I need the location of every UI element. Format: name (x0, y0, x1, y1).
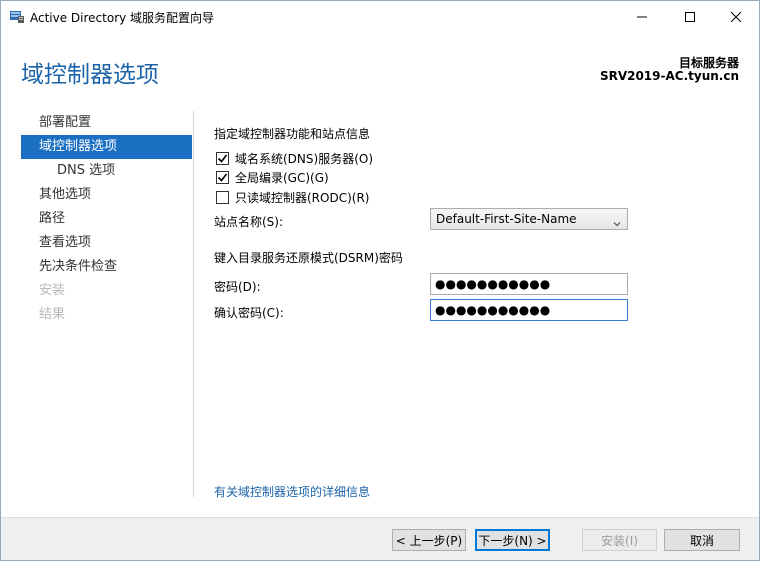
maximize-icon (685, 11, 695, 22)
nav-item-review-options[interactable]: 查看选项 (21, 231, 192, 255)
site-name-label: 站点名称(S): (214, 215, 284, 229)
previous-button[interactable]: < 上一步(P) (392, 529, 466, 551)
window-title: Active Directory 域服务配置向导 (30, 11, 215, 25)
wizard-nav: 部署配置 域控制器选项 DNS 选项 其他选项 路径 查看选项 先决条件检查 安… (21, 111, 192, 327)
nav-item-installation: 安装 (39, 283, 66, 298)
confirm-password-input[interactable]: ●●●●●●●●●●● (430, 299, 628, 321)
global-catalog-checkbox[interactable]: 全局编录(GC)(G) (216, 169, 329, 186)
rodc-label: 只读域控制器(RODC)(R) (235, 191, 370, 205)
maximize-button[interactable] (667, 1, 713, 32)
target-server-name: SRV2019-AC.tyun.cn (599, 69, 739, 83)
site-name-select[interactable]: Default-First-Site-Name (430, 208, 628, 230)
chevron-down-icon (613, 214, 621, 234)
checkbox-box[interactable] (216, 152, 229, 165)
capabilities-label: 指定域控制器功能和站点信息 (214, 127, 371, 141)
close-button[interactable] (713, 1, 759, 32)
confirm-password-label: 确认密码(C): (214, 306, 284, 320)
wizard-window: Active Directory 域服务配置向导 域控制器选项 目标服务器 SR… (0, 0, 760, 561)
password-input[interactable]: ●●●●●●●●●●● (430, 273, 628, 295)
page-title: 域控制器选项 (21, 62, 159, 88)
nav-item-dns-options[interactable]: DNS 选项 (21, 159, 192, 183)
install-button: 安装(I) (582, 529, 657, 551)
nav-item-additional-options[interactable]: 其他选项 (21, 183, 192, 207)
dns-server-label: 域名系统(DNS)服务器(O) (235, 152, 374, 166)
checkbox-box[interactable] (216, 191, 229, 204)
confirm-password-value: ●●●●●●●●●●● (435, 303, 551, 317)
more-info-link[interactable]: 有关域控制器选项的详细信息 (214, 483, 370, 500)
minimize-button[interactable] (619, 1, 665, 32)
site-name-value: Default-First-Site-Name (436, 212, 577, 226)
cancel-button[interactable]: 取消 (664, 529, 740, 551)
nav-item-paths[interactable]: 路径 (21, 207, 192, 231)
nav-item-deployment[interactable]: 部署配置 (21, 111, 192, 135)
global-catalog-label: 全局编录(GC)(G) (235, 171, 329, 185)
checkmark-icon (217, 173, 228, 182)
password-label: 密码(D): (214, 280, 261, 294)
next-button[interactable]: 下一步(N) > (475, 529, 550, 551)
button-bar: < 上一步(P) 下一步(N) > 安装(I) 取消 (1, 517, 759, 560)
close-icon (731, 11, 741, 22)
minimize-icon (637, 16, 647, 17)
title-bar[interactable]: Active Directory 域服务配置向导 (1, 1, 759, 32)
dsrm-label: 键入目录服务还原模式(DSRM)密码 (214, 251, 403, 265)
nav-item-dc-options[interactable]: 域控制器选项 (21, 135, 192, 159)
password-value: ●●●●●●●●●●● (435, 277, 551, 291)
nav-item-results: 结果 (39, 307, 66, 322)
rodc-checkbox[interactable]: 只读域控制器(RODC)(R) (216, 189, 369, 206)
nav-item-prerequisites[interactable]: 先决条件检查 (21, 255, 192, 279)
nav-divider (193, 111, 194, 497)
checkbox-box[interactable] (216, 171, 229, 184)
checkmark-icon (217, 154, 228, 163)
ad-server-icon (9, 8, 25, 24)
dns-server-checkbox[interactable]: 域名系统(DNS)服务器(O) (216, 150, 373, 167)
